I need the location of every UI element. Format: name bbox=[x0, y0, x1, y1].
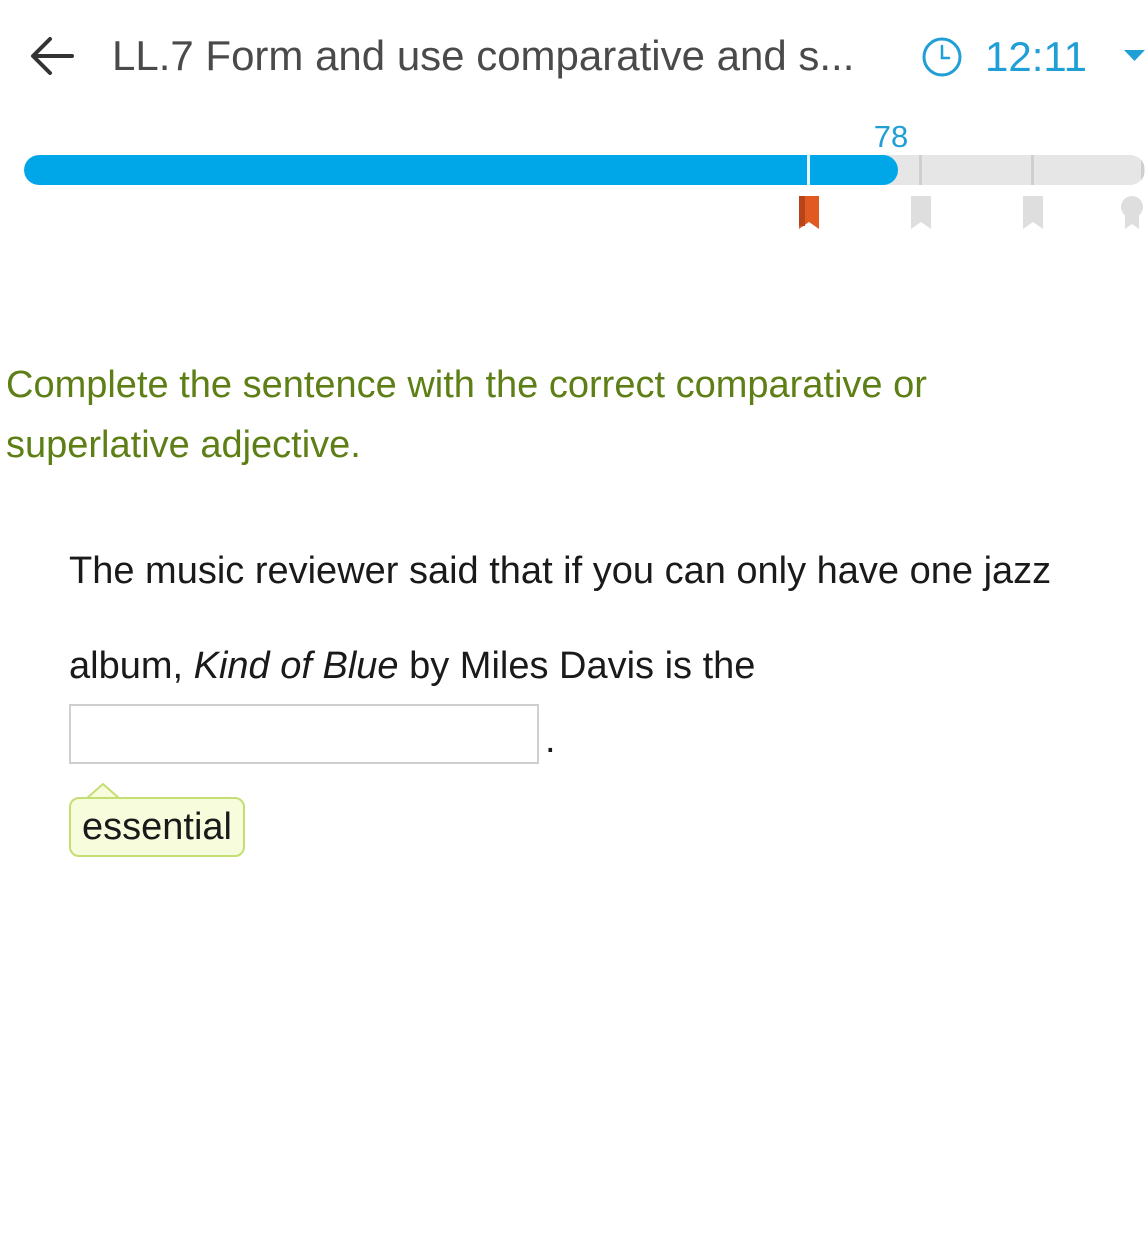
progress-track bbox=[24, 155, 1145, 185]
bookmark-icon bbox=[910, 196, 931, 229]
answer-input[interactable] bbox=[69, 704, 539, 764]
smartscore-value: 78 bbox=[873, 119, 909, 154]
page-title: LL.7 Form and use comparative and s... bbox=[112, 32, 855, 79]
award-ribbon-icon bbox=[1121, 196, 1143, 229]
sentence-text-end: by Miles Davis is the bbox=[398, 645, 756, 687]
question-instructions: Complete the sentence with the correct c… bbox=[6, 364, 927, 466]
milestone-tick bbox=[806, 155, 810, 185]
milestone-tick bbox=[1030, 155, 1034, 185]
clock-icon bbox=[922, 37, 962, 77]
caret-down-icon[interactable] bbox=[1124, 48, 1145, 62]
bookmark-icon bbox=[798, 196, 819, 229]
progress-fill bbox=[24, 155, 899, 185]
question-sentence: The music reviewer said that if you can … bbox=[69, 524, 1129, 714]
milestone-tick bbox=[1141, 155, 1144, 185]
word-hint: essential bbox=[69, 797, 245, 857]
milestone-tick bbox=[918, 155, 922, 185]
sentence-period: . bbox=[545, 719, 556, 761]
timer-display: 12:11 bbox=[985, 33, 1087, 80]
arrow-left-icon[interactable] bbox=[28, 34, 76, 78]
album-title: Kind of Blue bbox=[193, 645, 399, 687]
bookmark-icon bbox=[1022, 196, 1043, 229]
